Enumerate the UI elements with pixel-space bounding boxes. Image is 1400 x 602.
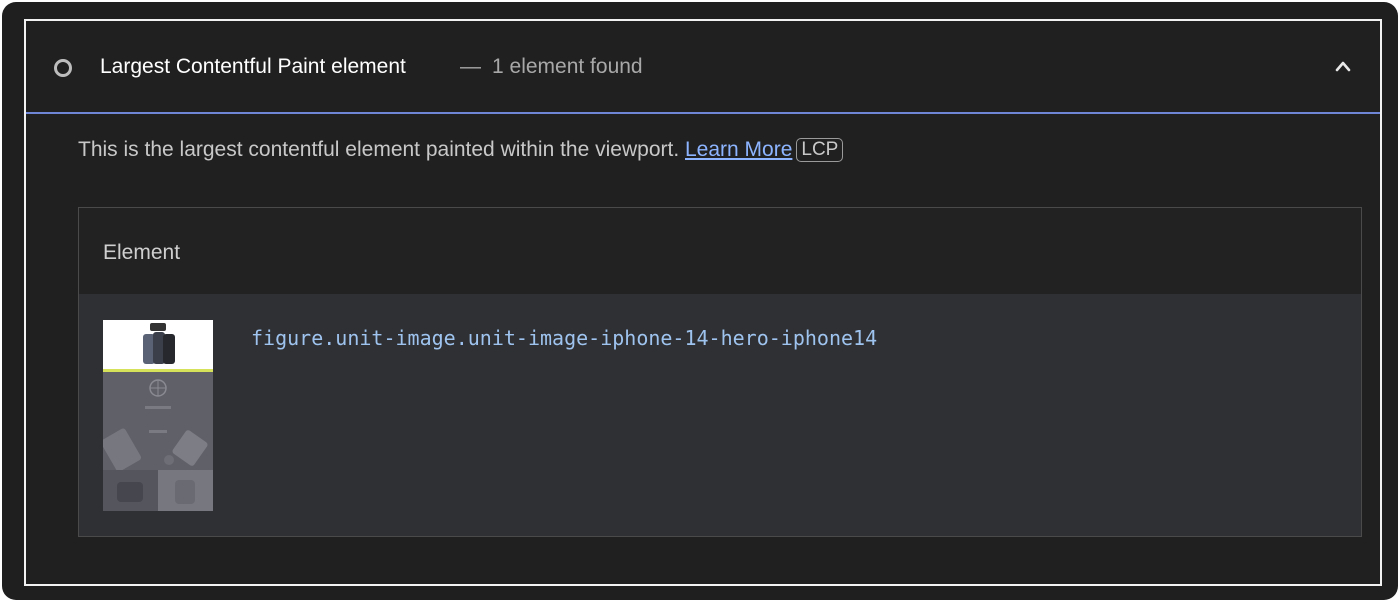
audit-title: Largest Contentful Paint element bbox=[100, 55, 406, 78]
description-text: This is the largest contentful element p… bbox=[78, 138, 680, 161]
audit-display-value: 1 element found bbox=[492, 55, 643, 78]
audit-description: This is the largest contentful element p… bbox=[78, 138, 844, 162]
chevron-up-icon[interactable] bbox=[1335, 59, 1351, 73]
column-header-element: Element bbox=[103, 241, 181, 264]
node-path-link[interactable]: figure.unit-image.unit-image-iphone-14-h… bbox=[251, 326, 877, 350]
details-table: Element figure.unit-image.unit-image-iph… bbox=[78, 207, 1362, 537]
table-header-row: Element bbox=[79, 208, 1361, 294]
lcp-audit-panel: Largest Contentful Paint element — 1 ele… bbox=[24, 19, 1382, 586]
audit-header[interactable]: Largest Contentful Paint element — 1 ele… bbox=[26, 21, 1380, 114]
title-separator: — bbox=[460, 55, 481, 78]
circle-outline-icon bbox=[54, 59, 72, 77]
learn-more-link[interactable]: Learn More bbox=[685, 138, 792, 161]
lcp-badge: LCP bbox=[796, 138, 844, 162]
app-frame: Largest Contentful Paint element — 1 ele… bbox=[2, 2, 1398, 600]
table-row: figure.unit-image.unit-image-iphone-14-h… bbox=[79, 294, 1361, 536]
element-screenshot-thumbnail bbox=[103, 320, 213, 511]
